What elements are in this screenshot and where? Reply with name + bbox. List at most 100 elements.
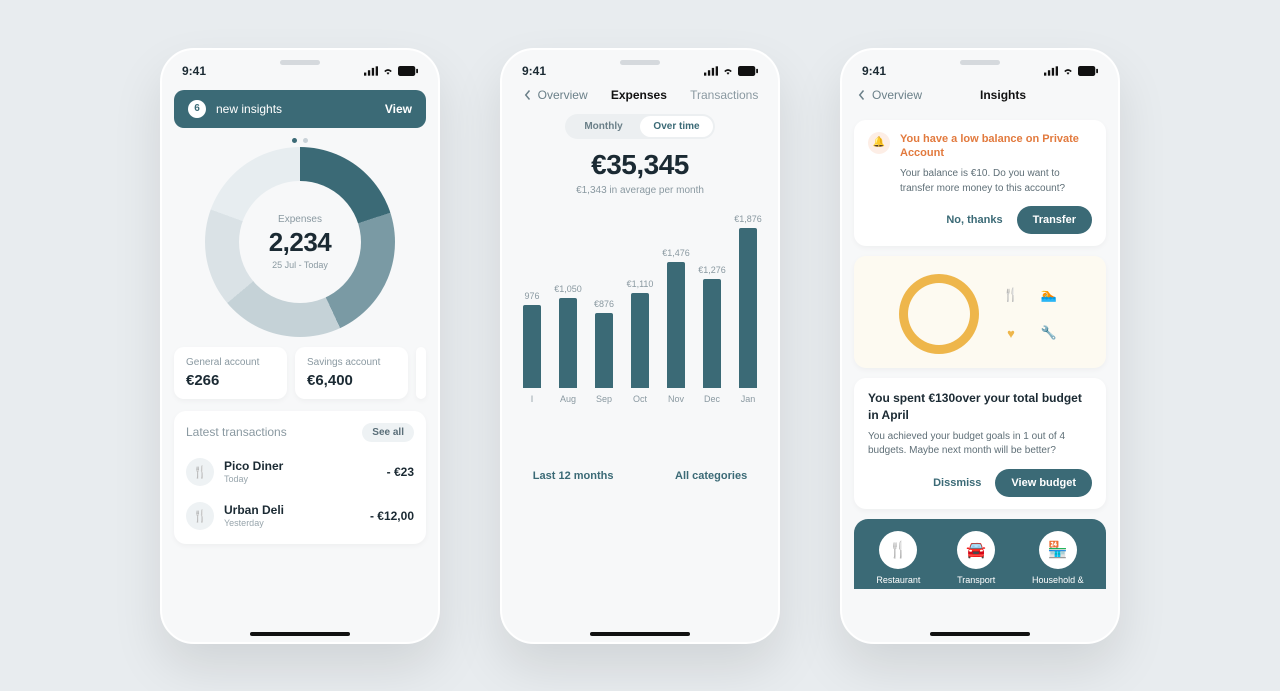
tab-expenses[interactable]: Expenses [611, 88, 667, 102]
bar-value-label: €1,110 [627, 279, 654, 289]
bar-value-label: €1,876 [734, 214, 762, 224]
transaction-row[interactable]: 🍴 Urban Deli Yesterday - €12,00 [186, 496, 414, 540]
bar-col[interactable]: €1,050 Aug [554, 284, 582, 403]
status-icons [1044, 65, 1098, 77]
bar-col[interactable]: €1,110 Oct [626, 279, 654, 403]
segment-monthly[interactable]: Monthly [567, 116, 640, 137]
insights-view-action[interactable]: View [385, 102, 412, 116]
donut-range: 25 Jul - Today [272, 260, 328, 270]
transfer-button[interactable]: Transfer [1017, 206, 1092, 234]
transaction-row[interactable]: 🍴 Pico Diner Today - €23 [186, 452, 414, 496]
bar-month-label: Oct [633, 394, 647, 404]
signal-icon [364, 66, 378, 76]
pool-icon: 🏊 [1037, 283, 1061, 307]
ring-total: / €650 [926, 317, 951, 327]
filter-range[interactable]: Last 12 months [533, 470, 614, 482]
insight-budget-summary: You spent €130over your total budget in … [854, 378, 1106, 509]
status-time: 9:41 [862, 64, 886, 78]
phone-overview: 9:41 6 new insights View Expenses 2,234 … [160, 48, 440, 644]
filter-categories[interactable]: All categories [675, 470, 747, 482]
section-title: Latest transactions [186, 425, 287, 439]
phone-insights: 9:41 Overview Insights 🔔 You have a low … [840, 48, 1120, 644]
bar-col[interactable]: 976 l [518, 291, 546, 404]
store-icon: 🏪 [1039, 531, 1077, 569]
category-item[interactable]: 🚘 Transport [957, 531, 995, 585]
bar [559, 298, 577, 387]
insight-budget-ring: €720 / €650 🍴 🏊 ♥ 🔧 [854, 256, 1106, 368]
category-item[interactable]: 🏪 Household & [1032, 531, 1084, 585]
chart-filters: Last 12 months All categories [502, 470, 778, 482]
bar-col[interactable]: €1,276Dec [698, 265, 726, 403]
bar-col[interactable]: €876 Sep [590, 299, 618, 403]
total-amount: €35,345 [502, 149, 778, 181]
bar-month-label: l [531, 394, 533, 404]
bar-month-label: Aug [560, 394, 576, 404]
donut-label: Expenses [278, 214, 322, 225]
back-overview[interactable]: Overview [522, 88, 588, 102]
insight-title: You have a low balance on Private Accoun… [900, 132, 1092, 162]
transaction-when: Today [224, 474, 283, 484]
home-indicator[interactable] [590, 632, 690, 636]
insights-count-badge: 6 [188, 100, 206, 118]
status-time: 9:41 [522, 64, 546, 78]
expense-donut[interactable]: Expenses 2,234 25 Jul - Today [205, 147, 395, 337]
notch [280, 60, 320, 65]
category-label: Restaurant [876, 575, 920, 585]
see-all-chip[interactable]: See all [362, 423, 414, 442]
account-card[interactable]: General account €266 [174, 347, 287, 399]
home-indicator[interactable] [930, 632, 1030, 636]
insight-low-balance: 🔔 You have a low balance on Private Acco… [854, 120, 1106, 247]
notch [620, 60, 660, 65]
home-indicator[interactable] [250, 632, 350, 636]
back-overview[interactable]: Overview [856, 88, 922, 102]
wifi-icon [722, 65, 734, 77]
tab-transactions[interactable]: Transactions [690, 88, 758, 102]
bar-value-label: 976 [524, 291, 539, 301]
account-card[interactable]: Savings account €6,400 [295, 347, 408, 399]
wifi-icon [1062, 65, 1074, 77]
segment-period[interactable]: Monthly Over time [565, 114, 715, 139]
page-dot[interactable] [292, 138, 297, 143]
status-bar: 9:41 [502, 50, 778, 84]
transaction-when: Yesterday [224, 518, 284, 528]
signal-icon [704, 66, 718, 76]
account-card-peek[interactable] [416, 347, 426, 399]
chevron-left-icon [856, 89, 868, 101]
restaurant-icon: 🍴 [879, 531, 917, 569]
no-thanks-button[interactable]: No, thanks [946, 214, 1002, 226]
segment-over-time[interactable]: Over time [640, 116, 713, 137]
status-bar: 9:41 [162, 50, 438, 84]
bell-icon: 🔔 [868, 132, 890, 154]
wrench-icon: 🔧 [1037, 321, 1061, 345]
account-name: Savings account [307, 357, 396, 368]
insight-body: You achieved your budget goals in 1 out … [868, 430, 1092, 459]
bar-value-label: €1,050 [554, 284, 582, 294]
battery-icon [738, 66, 758, 76]
battery-icon [1078, 66, 1098, 76]
bar-value-label: €1,276 [698, 265, 726, 275]
back-label: Overview [872, 88, 922, 102]
view-budget-button[interactable]: View budget [995, 469, 1092, 497]
bar-col[interactable]: €1,476 Nov [662, 248, 690, 403]
budget-ring: €720 / €650 [899, 274, 979, 354]
bar-col[interactable]: €1,876Jan [734, 214, 762, 403]
top-nav: Overview Insights [842, 84, 1118, 110]
transaction-amount: - €23 [387, 465, 414, 479]
status-icons [704, 65, 758, 77]
transaction-name: Urban Deli [224, 503, 284, 517]
bar-value-label: €1,476 [662, 248, 690, 258]
page-dot[interactable] [303, 138, 308, 143]
transaction-name: Pico Diner [224, 459, 283, 473]
donut-center: Expenses 2,234 25 Jul - Today [205, 147, 395, 337]
bar-month-label: Nov [668, 394, 684, 404]
insights-banner[interactable]: 6 new insights View [174, 90, 426, 128]
latest-transactions: Latest transactions See all 🍴 Pico Diner… [174, 411, 426, 544]
top-nav: Overview Expenses Transactions [502, 84, 778, 110]
dismiss-button[interactable]: Dissmiss [933, 477, 981, 489]
car-icon: 🚘 [957, 531, 995, 569]
bar-value-label: €876 [594, 299, 614, 309]
category-label: Transport [957, 575, 995, 585]
category-item[interactable]: 🍴 Restaurant [876, 531, 920, 585]
transaction-amount: - €12,00 [370, 509, 414, 523]
bar-month-label: Sep [596, 394, 612, 404]
